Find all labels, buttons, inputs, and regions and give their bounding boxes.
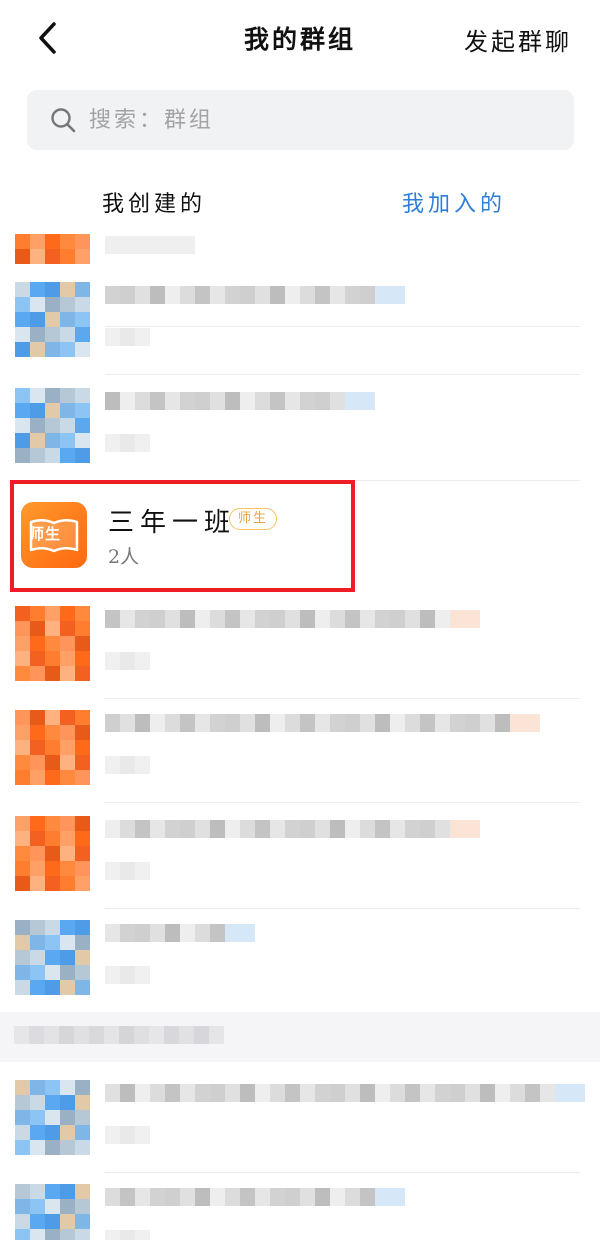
pixelated-name	[105, 610, 480, 628]
pixelated-avatar	[15, 282, 90, 357]
nav-header: 我的群组 发起群聊	[0, 0, 600, 76]
pixelated-count	[105, 1230, 150, 1240]
pixelated-avatar	[15, 1184, 90, 1240]
pixelated-name	[105, 1188, 405, 1206]
pixelated-count	[105, 966, 150, 984]
group-tabs: 我创建的 我加入的	[0, 178, 600, 228]
pixelated-count	[105, 756, 150, 774]
pixelated-count	[105, 328, 150, 346]
list-item[interactable]	[0, 908, 600, 1014]
pixelated-name	[105, 236, 195, 254]
section-header	[0, 1012, 600, 1062]
pixelated-avatar	[15, 606, 90, 681]
pixelated-count	[105, 434, 150, 452]
start-group-chat-button[interactable]: 发起群聊	[464, 22, 572, 57]
pixelated-name	[105, 1084, 585, 1102]
search-bar[interactable]	[27, 90, 574, 150]
list-item[interactable]	[0, 376, 600, 482]
highlight-annotation	[10, 480, 355, 592]
pixelated-name	[105, 820, 480, 838]
pixelated-avatar	[15, 388, 90, 463]
pixelated-name	[105, 392, 375, 410]
pixelated-count	[105, 862, 150, 880]
pixelated-name	[105, 924, 255, 942]
pixelated-avatar	[15, 920, 90, 995]
tab-created[interactable]: 我创建的	[102, 186, 206, 218]
list-item[interactable]	[0, 270, 600, 376]
tab-joined[interactable]: 我加入的	[402, 186, 506, 218]
pixelated-section-text	[14, 1026, 224, 1044]
search-icon	[51, 108, 76, 133]
pixelated-count	[105, 652, 150, 670]
search-input[interactable]	[89, 100, 559, 140]
pixelated-avatar	[15, 1080, 90, 1155]
row-divider	[105, 802, 580, 803]
pixelated-name	[105, 714, 540, 732]
list-item[interactable]	[0, 698, 600, 804]
list-item[interactable]	[0, 1068, 600, 1174]
list-item[interactable]	[0, 594, 600, 700]
pixelated-name	[105, 286, 405, 304]
pixelated-avatar	[15, 816, 90, 891]
list-item[interactable]	[0, 1172, 600, 1240]
pixelated-count	[105, 1126, 150, 1144]
list-item[interactable]	[0, 804, 600, 910]
pixelated-avatar	[15, 710, 90, 785]
row-divider	[105, 374, 580, 375]
